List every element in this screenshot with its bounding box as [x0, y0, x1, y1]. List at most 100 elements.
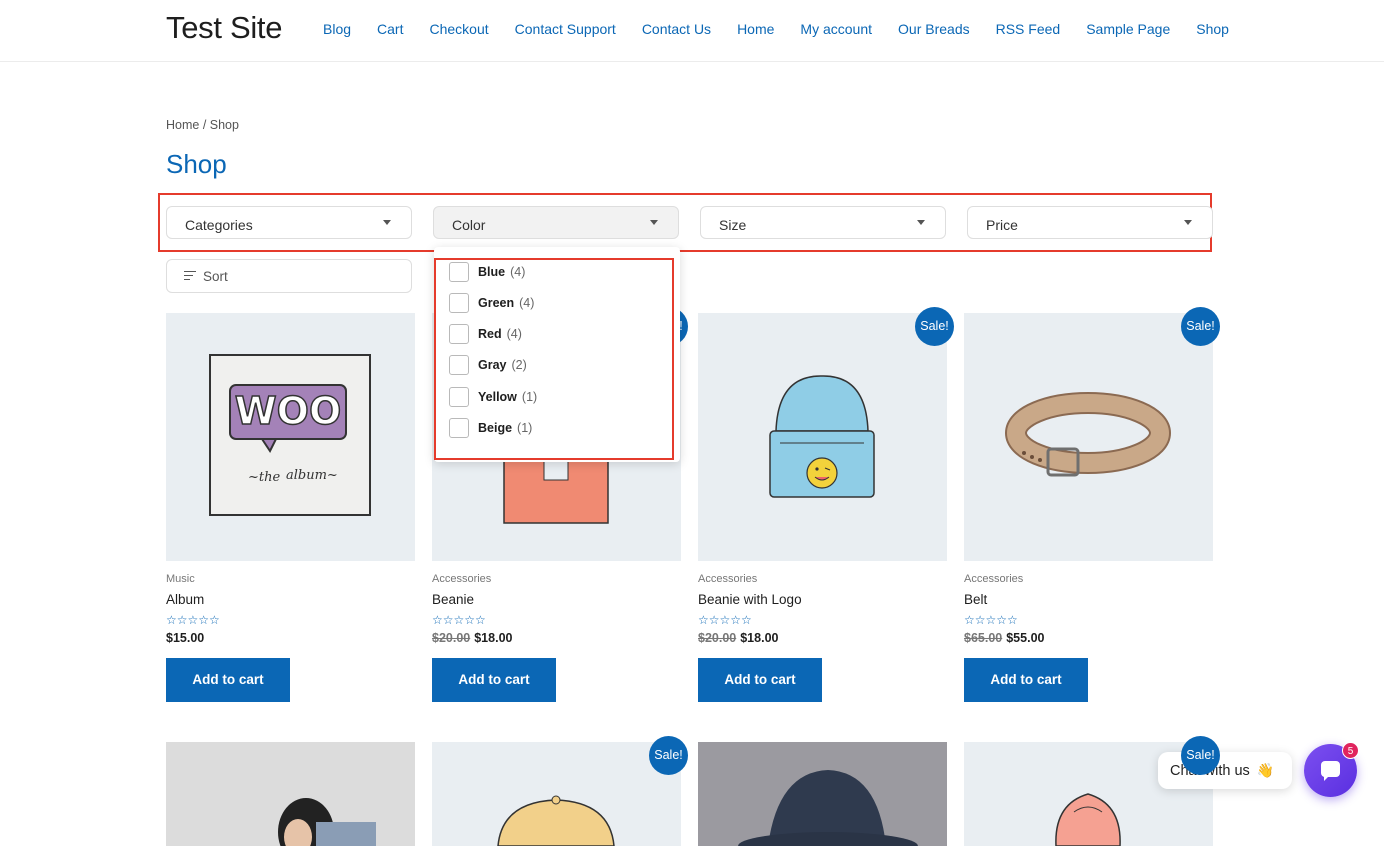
- notification-badge: 5: [1342, 742, 1359, 759]
- product-category[interactable]: Music: [166, 573, 415, 585]
- nav-contact-us[interactable]: Contact Us: [642, 21, 711, 37]
- product-image-album[interactable]: WOO ~the album~: [166, 313, 415, 561]
- product-category[interactable]: Accessories: [698, 573, 947, 585]
- chat-prompt[interactable]: Chat with us 👋: [1158, 752, 1292, 789]
- checkbox[interactable]: [449, 418, 469, 438]
- product-price: $65.00 $55.00: [964, 631, 1213, 645]
- sale-badge: Sale!: [1181, 736, 1220, 775]
- star-rating-icon: ☆☆☆☆☆: [166, 613, 220, 627]
- checkbox[interactable]: [449, 262, 469, 282]
- nav-rss-feed[interactable]: RSS Feed: [996, 21, 1061, 37]
- star-rating-icon: ☆☆☆☆☆: [432, 613, 486, 627]
- size-filter[interactable]: Size: [700, 206, 946, 239]
- nav-contact-support[interactable]: Contact Support: [515, 21, 616, 37]
- caret-down-icon: [650, 220, 658, 225]
- color-filter-label: Color: [452, 217, 486, 233]
- nav-shop[interactable]: Shop: [1196, 21, 1229, 37]
- categories-filter-label: Categories: [185, 217, 253, 233]
- add-to-cart-button[interactable]: Add to cart: [166, 658, 290, 702]
- product-image-partial[interactable]: [698, 742, 947, 846]
- option-count: (2): [511, 358, 527, 372]
- site-header: Test Site Blog Cart Checkout Contact Sup…: [0, 0, 1384, 62]
- product-image-belt[interactable]: [964, 313, 1213, 561]
- option-count: (1): [521, 390, 538, 404]
- nav-my-account[interactable]: My account: [800, 21, 872, 37]
- color-option-blue[interactable]: Blue (4): [449, 262, 525, 282]
- product-price: $20.00 $18.00: [432, 631, 681, 645]
- caret-down-icon: [917, 220, 925, 225]
- breadcrumb[interactable]: Home / Shop: [166, 118, 239, 132]
- sort-button[interactable]: Sort: [166, 259, 412, 293]
- color-option-red[interactable]: Red (4): [449, 324, 522, 344]
- nav-checkout[interactable]: Checkout: [429, 21, 488, 37]
- product-image-beanie-with-logo[interactable]: [698, 313, 947, 561]
- nav-our-breads[interactable]: Our Breads: [898, 21, 970, 37]
- option-count: (4): [506, 327, 522, 341]
- color-option-yellow[interactable]: Yellow (1): [449, 387, 537, 407]
- option-count: (1): [517, 421, 533, 435]
- regular-price: $65.00: [964, 631, 1003, 645]
- size-filter-label: Size: [719, 217, 747, 233]
- sort-icon: [184, 270, 198, 282]
- option-name: Yellow: [478, 390, 517, 404]
- option-count: (4): [519, 296, 535, 310]
- nav-home[interactable]: Home: [737, 21, 774, 37]
- option-name: Blue: [478, 265, 506, 279]
- add-to-cart-button[interactable]: Add to cart: [964, 658, 1088, 702]
- option-name: Green: [478, 296, 515, 310]
- nav-blog[interactable]: Blog: [323, 21, 351, 37]
- product-image-partial[interactable]: [166, 742, 415, 846]
- nav-cart[interactable]: Cart: [377, 21, 403, 37]
- product-title[interactable]: Album: [166, 592, 415, 607]
- svg-text:album~: album~: [286, 468, 338, 483]
- main-nav: Blog Cart Checkout Contact Support Conta…: [323, 21, 1255, 37]
- product-category[interactable]: Accessories: [432, 573, 681, 585]
- product-title[interactable]: Beanie with Logo: [698, 592, 947, 607]
- svg-text:~the: ~the: [248, 470, 280, 485]
- checkbox[interactable]: [449, 387, 469, 407]
- categories-filter[interactable]: Categories: [166, 206, 412, 239]
- sale-badge: Sale!: [1181, 307, 1220, 346]
- product-card: WOO ~the album~ Music Album ☆☆☆☆☆ $15.00…: [166, 313, 415, 702]
- current-price: $15.00: [166, 631, 205, 645]
- option-name: Red: [478, 327, 502, 341]
- product-card: Accessories Beanie with Logo ☆☆☆☆☆ $20.0…: [698, 313, 947, 702]
- caret-down-icon: [1184, 220, 1192, 225]
- checkbox[interactable]: [449, 355, 469, 375]
- regular-price: $20.00: [432, 631, 471, 645]
- color-option-green[interactable]: Green (4): [449, 293, 534, 313]
- site-title[interactable]: Test Site: [166, 10, 282, 46]
- page-title: Shop: [166, 149, 227, 179]
- color-option-beige[interactable]: Beige (1): [449, 418, 532, 438]
- sale-price: $18.00: [474, 631, 513, 645]
- option-count: (4): [510, 265, 526, 279]
- add-to-cart-button[interactable]: Add to cart: [432, 658, 556, 702]
- product-title[interactable]: Beanie: [432, 592, 681, 607]
- option-name: Gray: [478, 358, 507, 372]
- product-card: Accessories Belt ☆☆☆☆☆ $65.00 $55.00 Add …: [964, 313, 1213, 702]
- add-to-cart-button[interactable]: Add to cart: [698, 658, 822, 702]
- checkbox[interactable]: [449, 324, 469, 344]
- star-rating-icon: ☆☆☆☆☆: [964, 613, 1018, 627]
- sale-badge: Sale!: [649, 736, 688, 775]
- sale-price: $18.00: [740, 631, 779, 645]
- product-image-partial[interactable]: [432, 742, 681, 846]
- svg-text:WOO: WOO: [235, 389, 342, 433]
- product-category[interactable]: Accessories: [964, 573, 1213, 585]
- regular-price: $20.00: [698, 631, 737, 645]
- color-filter[interactable]: Color: [433, 206, 679, 239]
- caret-down-icon: [383, 220, 391, 225]
- sale-price: $55.00: [1006, 631, 1045, 645]
- product-price: $15.00: [166, 631, 415, 645]
- product-title[interactable]: Belt: [964, 592, 1213, 607]
- checkbox[interactable]: [449, 293, 469, 313]
- wave-icon: 👋: [1256, 762, 1275, 778]
- color-dropdown: Blue (4) Green (4) Red (4) Gray (2) Yell…: [434, 247, 680, 462]
- product-price: $20.00 $18.00: [698, 631, 947, 645]
- star-rating-icon: ☆☆☆☆☆: [698, 613, 752, 627]
- option-name: Beige: [478, 421, 513, 435]
- price-filter[interactable]: Price: [967, 206, 1213, 239]
- nav-sample-page[interactable]: Sample Page: [1086, 21, 1170, 37]
- price-filter-label: Price: [986, 217, 1018, 233]
- color-option-gray[interactable]: Gray (2): [449, 355, 527, 375]
